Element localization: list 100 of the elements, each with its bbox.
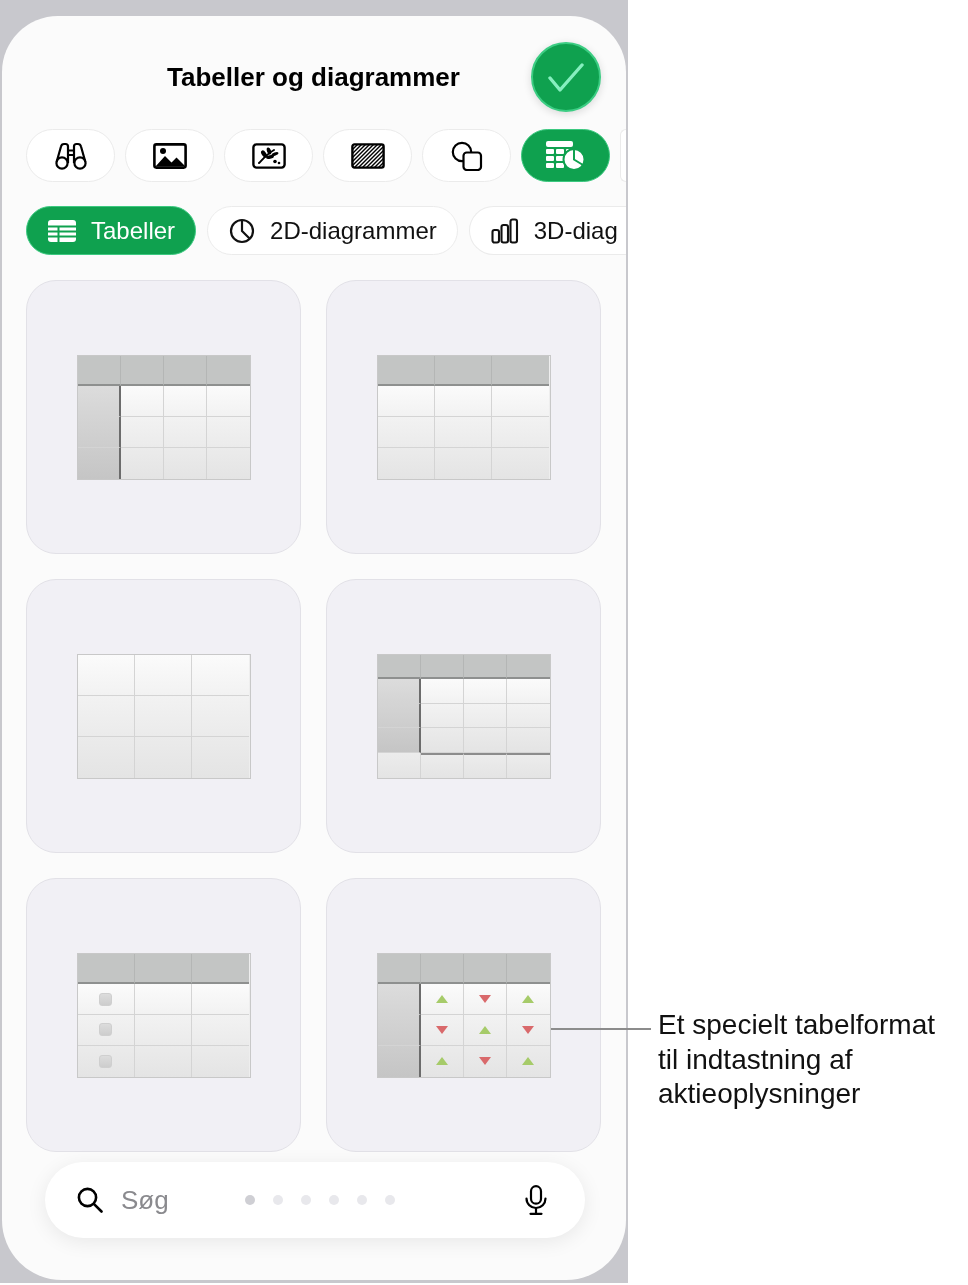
- table-cell: [377, 386, 435, 417]
- header-cell: [434, 355, 493, 387]
- search-input[interactable]: Søg: [121, 1184, 231, 1216]
- table-cell: [134, 984, 193, 1015]
- table-cell: [120, 386, 164, 417]
- table-cell: [77, 736, 135, 778]
- table-cell: [434, 417, 493, 448]
- callout-text: Et specielt tabelformat til indtastning af aktieoplysninger: [658, 1008, 937, 1111]
- table-style-card[interactable]: [26, 280, 301, 554]
- sheet-title: Tabeller og diagrammer: [167, 61, 460, 93]
- table-cell: [377, 447, 435, 479]
- binoculars-icon: [53, 141, 88, 170]
- row-header-cell: [377, 679, 421, 704]
- leaf-picture-icon: [251, 142, 286, 169]
- checkbox-icon: [99, 1023, 113, 1037]
- photo-icon: [152, 142, 187, 169]
- table-cell: [506, 728, 550, 753]
- row-header-cell: [77, 447, 121, 479]
- bar-chart-icon: [490, 217, 519, 244]
- table-cell: [463, 679, 507, 704]
- page-dot[interactable]: [245, 1195, 255, 1205]
- header-cell: [506, 953, 550, 985]
- row-header-cell: [77, 386, 121, 417]
- table-cell: [134, 654, 193, 696]
- down-triangle-icon: [478, 1057, 491, 1066]
- table-cell: [134, 695, 193, 737]
- header-cell: [463, 654, 507, 680]
- header-cell: [134, 953, 193, 985]
- hatched-rectangle-icon: [350, 142, 385, 169]
- header-cell: [377, 953, 421, 985]
- header-cell: [506, 654, 550, 680]
- row-header-cell: [377, 1015, 421, 1046]
- header-cell: [206, 355, 250, 387]
- down-triangle-icon: [478, 995, 491, 1004]
- table-style-card[interactable]: [26, 579, 301, 853]
- table-cell: [192, 736, 250, 778]
- table-cell: [506, 679, 550, 704]
- table-cell: [420, 679, 464, 704]
- table-style-card[interactable]: [26, 878, 301, 1152]
- table-cell: [377, 417, 435, 448]
- checkbox-icon: [99, 992, 113, 1006]
- header-cell: [463, 953, 507, 985]
- table-cell: [492, 447, 550, 479]
- row-header-cell: [377, 1045, 421, 1077]
- up-triangle-icon: [522, 995, 534, 1004]
- table-cell: [134, 1045, 193, 1077]
- table-style-card[interactable]: [326, 579, 601, 853]
- up-triangle-icon: [435, 1057, 448, 1066]
- down-triangle-icon: [435, 1025, 448, 1034]
- up-triangle-icon: [522, 1057, 534, 1066]
- search-icon: [77, 1187, 103, 1213]
- table-cell: [163, 417, 207, 448]
- done-button[interactable]: [531, 42, 601, 112]
- table-cell: [192, 654, 250, 696]
- table-cell: [206, 417, 250, 448]
- down-triangle-icon: [522, 1025, 534, 1034]
- header-cell: [77, 953, 135, 985]
- table-cell: [192, 1045, 250, 1077]
- circle-square-icon: [450, 140, 483, 171]
- table-cell: [134, 1015, 193, 1046]
- up-triangle-icon: [478, 1025, 491, 1034]
- header-cell: [377, 654, 421, 680]
- pie-chart-icon: [229, 217, 256, 244]
- header-cell: [163, 355, 207, 387]
- row-header-cell: [377, 728, 421, 753]
- row-header-cell: [377, 984, 421, 1015]
- row-header-cell: [377, 703, 421, 729]
- table-style-card[interactable]: [326, 280, 601, 554]
- table-cell: [77, 695, 135, 737]
- header-cell: [420, 654, 464, 680]
- table-cell: [434, 447, 493, 479]
- up-triangle-icon: [435, 995, 448, 1004]
- checkbox-icon: [99, 1054, 113, 1068]
- row-header-cell: [77, 417, 121, 448]
- table-cell: [192, 695, 250, 737]
- header-cell: [420, 953, 464, 985]
- header-cell: [120, 355, 164, 387]
- header-cell: [492, 355, 550, 387]
- table-style-card[interactable]: [326, 878, 601, 1152]
- segment-tab[interactable]: 3D-diag: [468, 206, 626, 255]
- table-cell: [434, 386, 493, 417]
- header-cell: [377, 355, 435, 387]
- table-cell: [192, 1015, 250, 1046]
- table-cell: [492, 417, 550, 448]
- table-cell: [492, 386, 550, 417]
- table-cell: [420, 728, 464, 753]
- table-cell: [206, 386, 250, 417]
- table-cell: [192, 984, 250, 1015]
- table-cell: [163, 386, 207, 417]
- table-icon: [48, 219, 76, 242]
- table-pie-chart-icon: [545, 140, 586, 171]
- table-cell: [134, 736, 193, 778]
- table-cell: [77, 654, 135, 696]
- header-cell: [192, 953, 250, 985]
- microphone-icon[interactable]: [525, 1185, 547, 1215]
- table-cell: [120, 417, 164, 448]
- header-cell: [77, 355, 121, 387]
- segment-tab[interactable]: 2D-diagrammer: [207, 206, 458, 255]
- checkmark-icon: [548, 62, 584, 92]
- footer-cell: [377, 752, 421, 778]
